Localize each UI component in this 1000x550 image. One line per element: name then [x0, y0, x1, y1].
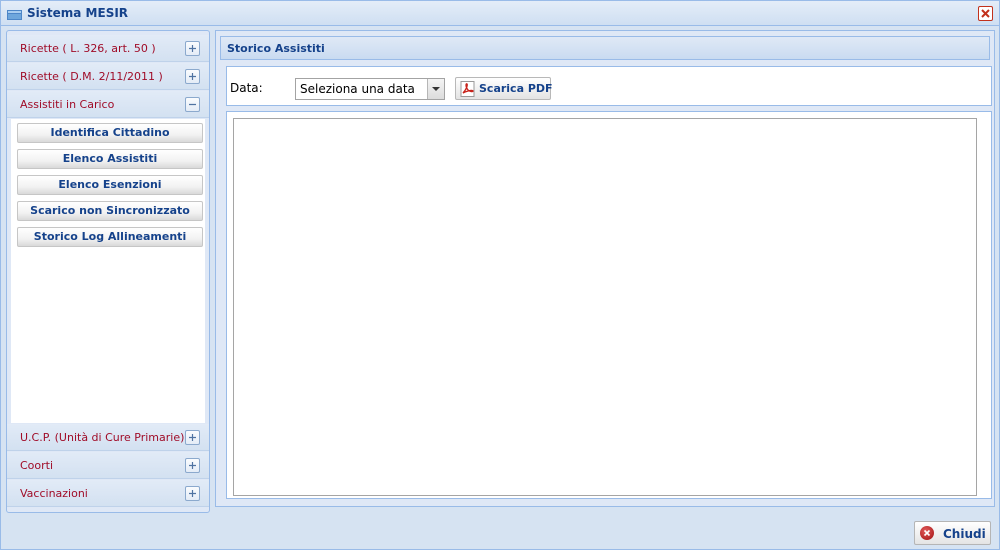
- sidebar-accordion: Ricette ( L. 326, art. 50 ) Ricette ( D.…: [6, 30, 210, 513]
- section-ricette-l326[interactable]: Ricette ( L. 326, art. 50 ): [7, 35, 209, 62]
- chevron-down-icon[interactable]: [427, 79, 444, 99]
- chiudi-label: Chiudi: [943, 527, 986, 541]
- section-label: Ricette ( D.M. 2/11/2011 ): [20, 70, 163, 83]
- title-bar: Sistema MESIR: [1, 1, 999, 26]
- chiudi-button[interactable]: Chiudi: [914, 521, 991, 545]
- section-label: Ricette ( L. 326, art. 50 ): [20, 42, 156, 55]
- scarica-pdf-label: Scarica PDF: [479, 82, 553, 95]
- main-panel: Storico Assistiti Data: Seleziona una da…: [215, 30, 995, 507]
- date-label: Data:: [230, 81, 263, 95]
- section-coorti[interactable]: Coorti: [7, 452, 209, 479]
- window-icon: [7, 9, 22, 20]
- date-select[interactable]: Seleziona una data: [295, 78, 445, 100]
- section-vaccinazioni[interactable]: Vaccinazioni: [7, 480, 209, 507]
- elenco-esenzioni-button[interactable]: Elenco Esenzioni: [17, 175, 203, 195]
- plus-icon[interactable]: [185, 41, 200, 56]
- date-select-value: Seleziona una data: [300, 82, 415, 96]
- close-icon[interactable]: [978, 6, 993, 21]
- section-ucp[interactable]: U.C.P. (Unità di Cure Primarie): [7, 424, 209, 451]
- report-viewer: [233, 118, 977, 496]
- section-label: U.C.P. (Unità di Cure Primarie): [20, 431, 185, 444]
- window-title: Sistema MESIR: [27, 6, 129, 20]
- close-circle-icon: [920, 526, 934, 540]
- section-assistiti-in-carico[interactable]: Assistiti in Carico: [7, 91, 209, 118]
- section-label: Vaccinazioni: [20, 487, 88, 500]
- elenco-assistiti-button[interactable]: Elenco Assistiti: [17, 149, 203, 169]
- minus-icon[interactable]: [185, 97, 200, 112]
- identifica-cittadino-button[interactable]: Identifica Cittadino: [17, 123, 203, 143]
- section-label: Coorti: [20, 459, 54, 472]
- section-label: Assistiti in Carico: [20, 98, 115, 111]
- panel-header: Storico Assistiti: [220, 36, 990, 60]
- plus-icon[interactable]: [185, 486, 200, 501]
- panel-toolbar: Data: Seleziona una data Scarica PDF: [226, 66, 992, 106]
- plus-icon[interactable]: [185, 458, 200, 473]
- plus-icon[interactable]: [185, 430, 200, 445]
- pdf-icon: [460, 81, 476, 97]
- panel-title: Storico Assistiti: [227, 42, 325, 55]
- storico-log-allineamenti-button[interactable]: Storico Log Allineamenti: [17, 227, 203, 247]
- plus-icon[interactable]: [185, 69, 200, 84]
- section-body-assistiti: Identifica Cittadino Elenco Assistiti El…: [11, 119, 205, 423]
- section-ricette-dm[interactable]: Ricette ( D.M. 2/11/2011 ): [7, 63, 209, 90]
- scarica-pdf-button[interactable]: Scarica PDF: [455, 77, 553, 100]
- report-content-area: [226, 111, 992, 499]
- scarico-non-sincronizzato-button[interactable]: Scarico non Sincronizzato: [17, 201, 203, 221]
- app-window: Sistema MESIR Ricette ( L. 326, art. 50 …: [0, 0, 1000, 550]
